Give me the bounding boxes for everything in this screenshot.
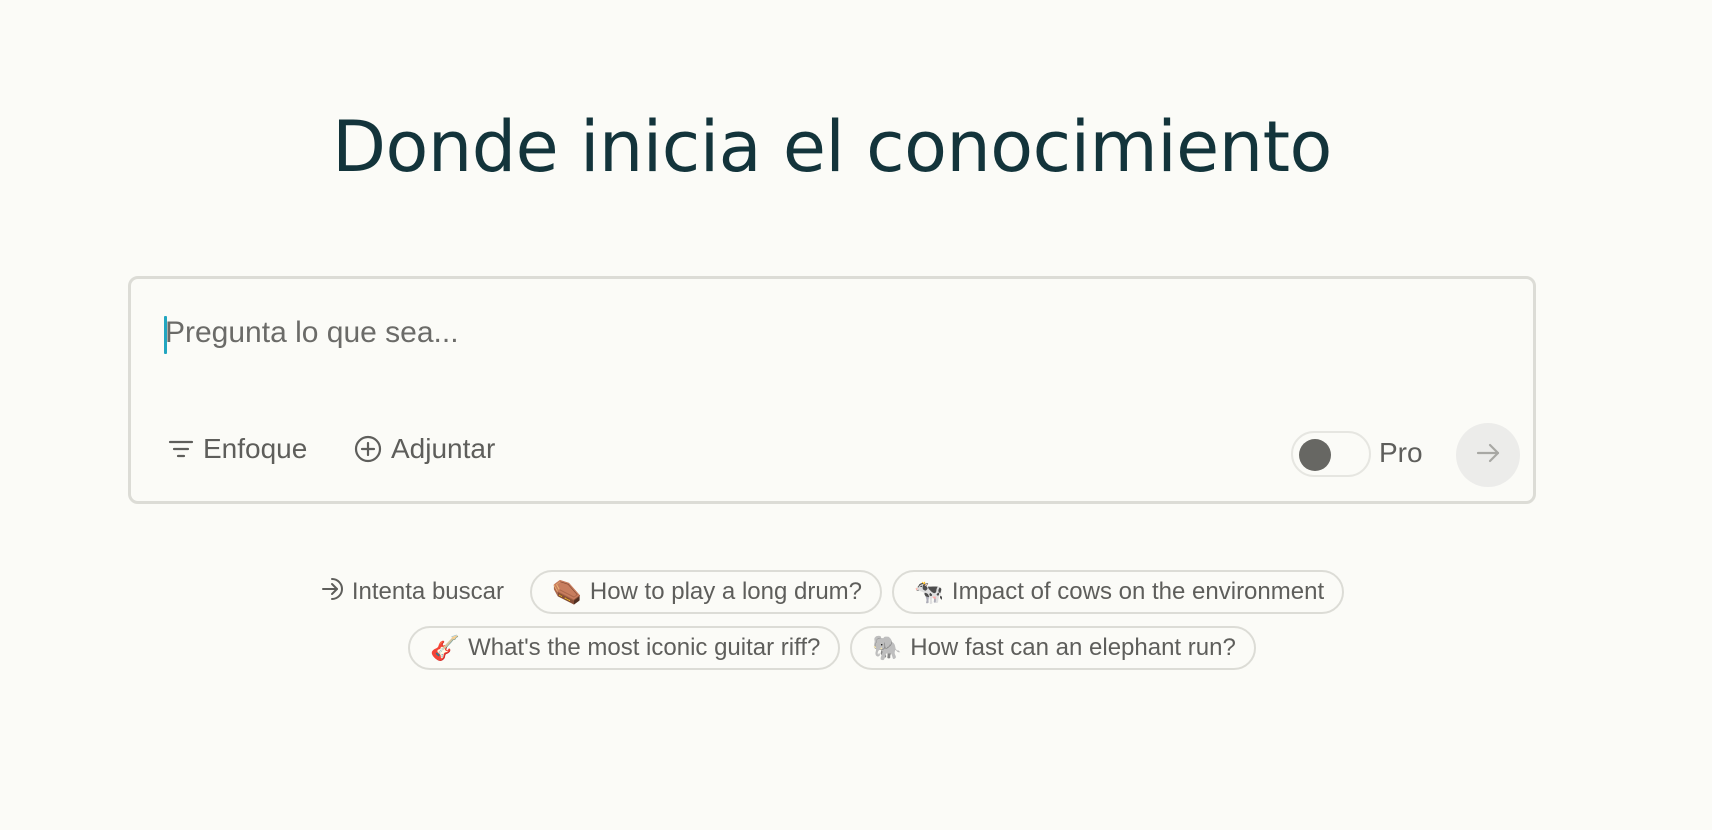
search-input[interactable] — [163, 313, 1465, 353]
suggestions: Intenta buscar ⚰️ How to play a long dru… — [0, 568, 1664, 680]
toggle-knob — [1299, 439, 1331, 471]
arrow-in-icon — [320, 576, 346, 609]
page: Donde inicia el conocimiento Enfoque — [0, 0, 1712, 830]
suggestion-chip[interactable]: ⚰️ How to play a long drum? — [529, 570, 883, 614]
arrow-right-icon — [1474, 439, 1502, 472]
elephant-icon: 🐘 — [872, 634, 903, 662]
suggestion-text: How to play a long drum? — [589, 578, 863, 605]
pro-label: Pro — [1379, 437, 1423, 468]
search-box[interactable]: Enfoque Adjuntar Pro — [128, 276, 1536, 504]
text-caret — [164, 316, 167, 354]
page-title: Donde inicia el conocimiento — [332, 106, 1332, 188]
suggestions-row-1: Intenta buscar ⚰️ How to play a long dru… — [0, 568, 1664, 616]
suggestion-chip[interactable]: 🐄 Impact of cows on the environment — [892, 570, 1345, 614]
coffin-icon: ⚰️ — [551, 578, 582, 606]
try-searching-label: Intenta buscar — [320, 576, 504, 609]
submit-button[interactable] — [1456, 423, 1520, 487]
suggestion-chip[interactable]: 🐘 How fast can an elephant run? — [850, 626, 1256, 670]
attach-label: Adjuntar — [391, 433, 496, 464]
plus-circle-icon — [353, 434, 383, 464]
suggestion-text: Impact of cows on the environment — [951, 578, 1325, 605]
cow-icon: 🐄 — [914, 578, 944, 606]
pro-toggle[interactable] — [1291, 431, 1371, 477]
focus-label: Enfoque — [203, 433, 308, 464]
suggestion-chip[interactable]: 🎸 What's the most iconic guitar riff? — [408, 626, 841, 670]
guitar-icon: 🎸 — [430, 634, 461, 662]
try-searching-text: Intenta buscar — [351, 578, 504, 605]
suggestions-row-2: 🎸 What's the most iconic guitar riff? 🐘 … — [0, 624, 1664, 672]
attach-button[interactable]: Adjuntar — [353, 429, 495, 469]
filter-lines-icon — [167, 435, 195, 463]
suggestion-text: How fast can an elephant run? — [910, 634, 1236, 661]
focus-button[interactable]: Enfoque — [167, 429, 307, 469]
suggestion-text: What's the most iconic guitar riff? — [468, 634, 821, 661]
